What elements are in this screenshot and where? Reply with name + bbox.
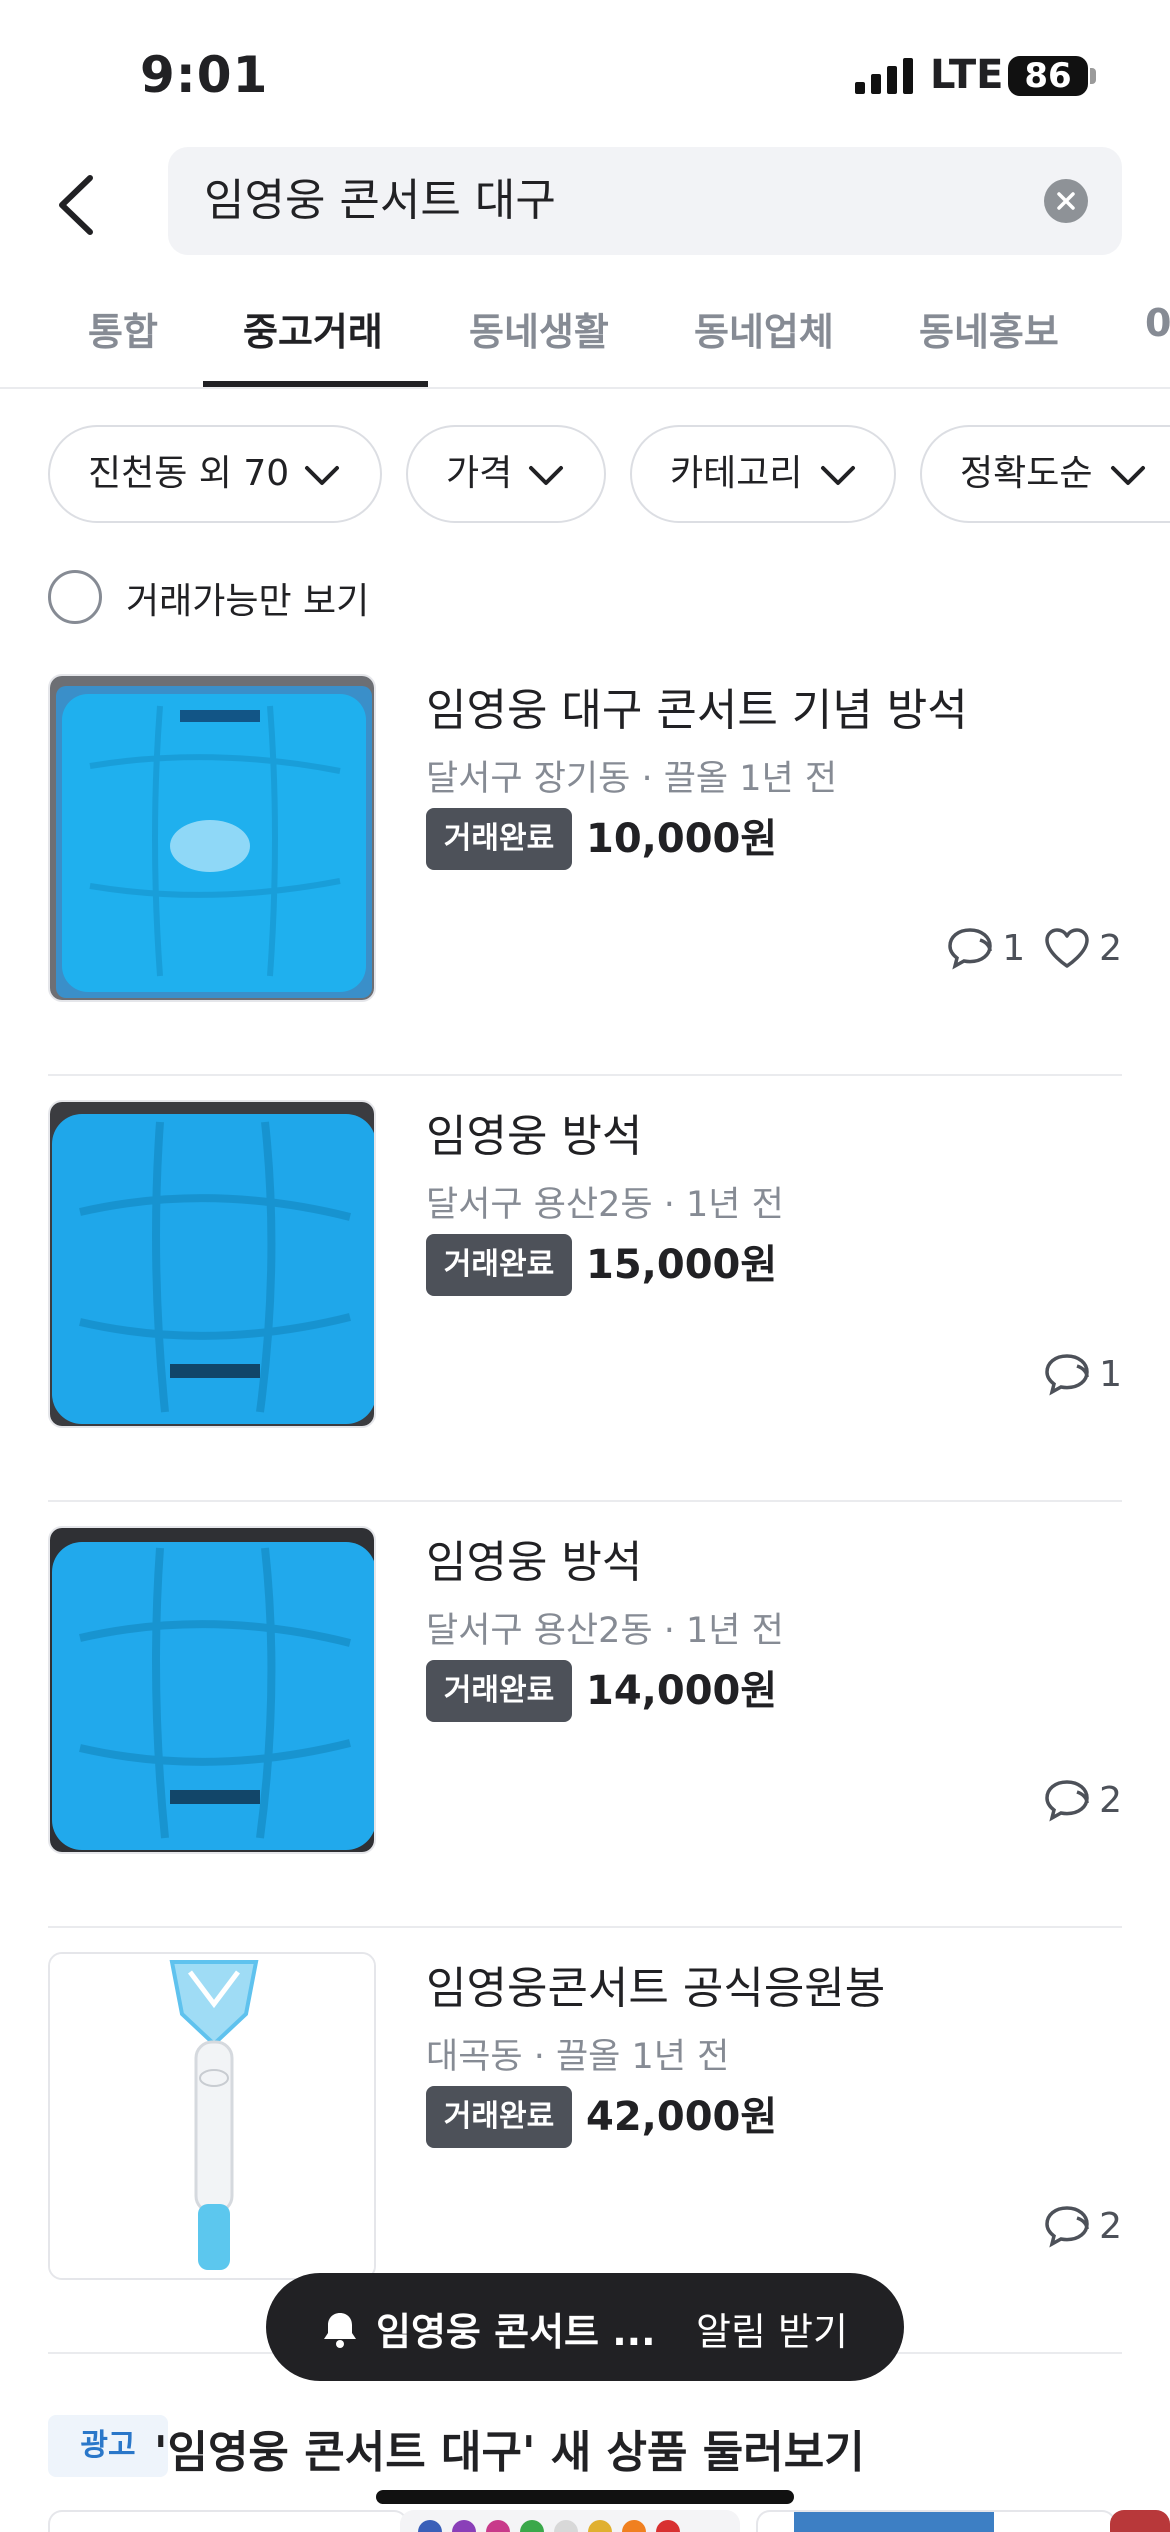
- filter-category-label: 카테고리: [670, 453, 803, 494]
- filter-location[interactable]: 진천동 외 70: [48, 425, 382, 523]
- listing-title: 임영웅 방석: [426, 1111, 643, 1162]
- listing-thumbnail: [48, 1100, 376, 1428]
- chevron-down-icon: [529, 466, 563, 485]
- heart-icon: [1045, 928, 1089, 968]
- listing-meta: 대곡동 · 끌올 1년 전: [426, 2037, 730, 2077]
- listing-item[interactable]: 임영웅 방석 달서구 용산2동 · 1년 전 거래완료 15,000원 1: [48, 1076, 1122, 1502]
- comment-count: 1: [1002, 927, 1026, 969]
- like-count: 2: [1099, 927, 1122, 969]
- ad-thumbnail[interactable]: [48, 2510, 408, 2532]
- comment-count: 2: [1099, 2205, 1122, 2247]
- listing-stats: 2: [1043, 2198, 1122, 2254]
- listing-thumbnail: [48, 1526, 376, 1854]
- ad-thumbnail[interactable]: [1110, 2510, 1170, 2532]
- ad-badge: 광고: [48, 2415, 168, 2477]
- chevron-left-icon: [59, 175, 93, 235]
- search-tabs: 통합 중고거래 동네생활 동네업체 동네홍보 0: [0, 285, 1170, 389]
- filter-price[interactable]: 가격: [406, 425, 606, 523]
- listing-thumbnail: [48, 1952, 376, 2280]
- tab-all[interactable]: 통합: [88, 301, 158, 356]
- tab-overflow[interactable]: 0: [1145, 301, 1170, 345]
- comment-count: 1: [1099, 1353, 1122, 1395]
- status-time: 9:01: [140, 46, 269, 104]
- listing-item[interactable]: 임영웅 대구 콘서트 기념 방석 달서구 장기동 · 끌올 1년 전 거래완료 …: [48, 650, 1122, 1076]
- ad-thumbnail[interactable]: [756, 2510, 1116, 2532]
- available-only-label[interactable]: 거래가능만 보기: [126, 572, 369, 624]
- status-bar: 9:01 LTE 86: [0, 0, 1170, 140]
- listing-price: 42,000원: [586, 2094, 778, 2140]
- filter-sort[interactable]: 정확도순: [920, 425, 1170, 523]
- filter-location-label: 진천동 외 70: [88, 453, 290, 494]
- keyword-alert-button[interactable]: 임영웅 콘서트 ... 알림 받기: [266, 2273, 904, 2381]
- ad-section-title: '임영웅 콘서트 대구' 새 상품 둘러보기: [154, 2427, 865, 2478]
- alert-keyword: 임영웅 콘서트 ...: [376, 2310, 656, 2354]
- battery-icon: 86: [1008, 56, 1088, 96]
- listing-title: 임영웅 대구 콘서트 기념 방석: [426, 685, 968, 736]
- listing-meta: 달서구 장기동 · 끌올 1년 전: [426, 759, 838, 799]
- listing-price: 14,000원: [586, 1668, 778, 1714]
- status-badge: 거래완료: [426, 1660, 572, 1722]
- status-badge: 거래완료: [426, 808, 572, 870]
- listing-item[interactable]: 임영웅 방석 달서구 용산2동 · 1년 전 거래완료 14,000원 2: [48, 1502, 1122, 1928]
- listing-meta: 달서구 용산2동 · 1년 전: [426, 1185, 784, 1225]
- active-tab-indicator: [203, 381, 428, 387]
- listing-title: 임영웅 방석: [426, 1537, 643, 1588]
- battery-cap: [1090, 68, 1096, 84]
- search-input[interactable]: [204, 147, 1024, 255]
- status-badge: 거래완료: [426, 2086, 572, 2148]
- alert-action-label: 알림 받기: [696, 2310, 848, 2354]
- listing-thumbnail: [48, 674, 376, 1002]
- chat-bubble-icon: [948, 928, 992, 970]
- clear-search-button[interactable]: [1044, 179, 1088, 223]
- tab-local-promo[interactable]: 동네홍보: [919, 301, 1059, 356]
- filter-price-label: 가격: [446, 453, 513, 494]
- tab-used-trade[interactable]: 중고거래: [243, 301, 383, 356]
- listing-price: 15,000원: [586, 1242, 778, 1288]
- chevron-down-icon: [821, 466, 855, 485]
- available-only-checkbox[interactable]: [48, 570, 102, 624]
- listing-meta: 달서구 용산2동 · 1년 전: [426, 1611, 784, 1651]
- listing-stats: 1: [1043, 1346, 1122, 1402]
- filter-sort-label: 정확도순: [960, 453, 1093, 494]
- listing-title: 임영웅콘서트 공식응원봉: [426, 1963, 886, 2014]
- back-button[interactable]: [50, 170, 110, 240]
- chat-bubble-icon: [1045, 2206, 1089, 2248]
- listing-stats: 1 2: [946, 920, 1122, 976]
- chat-bubble-icon: [1045, 1780, 1089, 1822]
- home-indicator[interactable]: [376, 2490, 794, 2504]
- signal-icon: [855, 58, 913, 94]
- chat-bubble-icon: [1045, 1354, 1089, 1396]
- tab-local-business[interactable]: 동네업체: [694, 301, 834, 356]
- tab-neighborhood-life[interactable]: 동네생활: [469, 301, 609, 356]
- chevron-down-icon: [1111, 466, 1145, 485]
- chevron-down-icon: [305, 466, 339, 485]
- filter-category[interactable]: 카테고리: [630, 425, 896, 523]
- status-badge: 거래완료: [426, 1234, 572, 1296]
- search-box[interactable]: [168, 147, 1122, 255]
- bell-icon: [324, 2313, 356, 2348]
- close-icon: [1057, 192, 1075, 210]
- listing-price: 10,000원: [586, 816, 778, 862]
- listing-stats: 2: [1043, 1772, 1122, 1828]
- comment-count: 2: [1099, 1779, 1122, 1821]
- ad-thumbnail[interactable]: [400, 2510, 740, 2532]
- network-label: LTE: [930, 52, 1004, 98]
